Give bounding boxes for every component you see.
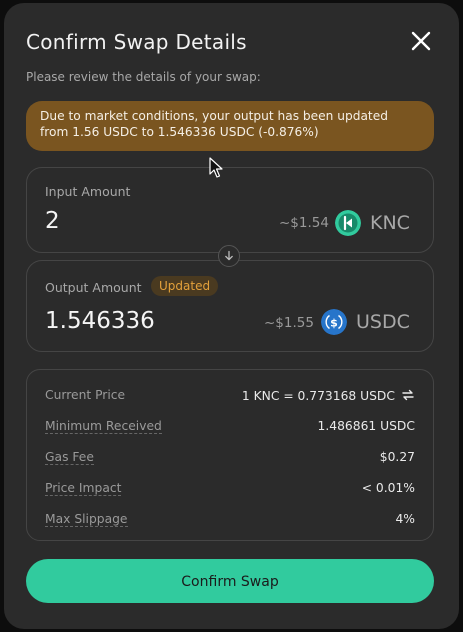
confirm-swap-modal: Confirm Swap Details Please review the d… <box>4 3 459 629</box>
mouse-cursor-icon <box>209 157 223 178</box>
detail-row-gas-fee: Gas Fee $0.27 <box>45 450 415 468</box>
input-amount-label: Input Amount <box>45 184 131 199</box>
input-usd-value: ~$1.54 <box>279 215 329 231</box>
detail-value-wrapper: 1 KNC = 0.773168 USDC <box>242 388 415 403</box>
input-amount-value: 2 <box>45 208 60 234</box>
arrow-down-icon <box>218 245 240 267</box>
knc-icon <box>335 210 361 236</box>
usdc-icon: $ <box>321 309 347 335</box>
detail-row-max-slippage: Max Slippage 4% <box>45 512 415 530</box>
detail-key: Gas Fee <box>45 450 94 465</box>
updated-badge: Updated <box>151 276 219 296</box>
detail-value: < 0.01% <box>361 481 415 495</box>
confirm-swap-button[interactable]: Confirm Swap <box>26 559 434 603</box>
modal-subtitle: Please review the details of your swap: <box>26 70 261 84</box>
price-update-warning: Due to market conditions, your output ha… <box>26 101 434 151</box>
close-icon[interactable] <box>410 30 432 52</box>
output-amount-label: Output Amount <box>45 280 142 295</box>
detail-row-current-price: Current Price 1 KNC = 0.773168 USDC <box>45 388 415 406</box>
swap-direction-icon[interactable] <box>401 388 415 402</box>
input-token-symbol: KNC <box>370 212 410 234</box>
svg-text:$: $ <box>330 316 338 329</box>
detail-row-price-impact: Price Impact < 0.01% <box>45 481 415 499</box>
output-amount-value: 1.546336 <box>45 308 155 334</box>
detail-value: 1.486861 USDC <box>317 419 415 433</box>
swap-details-panel: Current Price 1 KNC = 0.773168 USDC Mini… <box>26 369 434 541</box>
input-amount-card: Input Amount 2 ~$1.54 KNC <box>26 167 434 253</box>
detail-key: Price Impact <box>45 481 122 496</box>
output-amount-card: Output Amount Updated 1.546336 ~$1.55 $ … <box>26 260 434 352</box>
output-usd-value: ~$1.55 <box>264 315 314 331</box>
detail-value: 4% <box>395 512 415 526</box>
detail-key: Max Slippage <box>45 512 128 527</box>
detail-row-minimum-received: Minimum Received 1.486861 USDC <box>45 419 415 437</box>
detail-value: $0.27 <box>379 450 415 464</box>
detail-key: Current Price <box>45 388 126 402</box>
detail-value: 1 KNC = 0.773168 USDC <box>241 389 395 403</box>
modal-title: Confirm Swap Details <box>26 30 247 54</box>
output-token-symbol: USDC <box>356 311 410 333</box>
detail-key: Minimum Received <box>45 419 162 434</box>
